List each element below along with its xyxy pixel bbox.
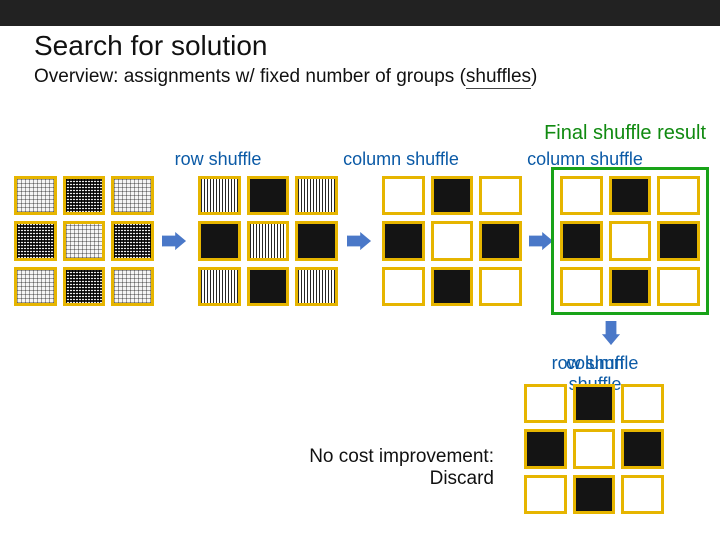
matrix-cell xyxy=(621,384,664,423)
matrix-cell xyxy=(431,176,474,215)
slide-subtitle: Overview: assignments w/ fixed number of… xyxy=(34,66,537,88)
matrix-initial xyxy=(10,172,158,310)
matrix-cell xyxy=(198,176,241,215)
matrix-cell xyxy=(479,176,522,215)
matrix-cell xyxy=(382,221,425,260)
discard-line-1: No cost improvement: xyxy=(309,446,494,467)
matrix-cell xyxy=(14,267,57,306)
matrix-cell xyxy=(479,221,522,260)
label-column-shuffle-1: column shuffle xyxy=(326,149,476,170)
matrix-cell xyxy=(657,176,700,215)
matrix-cell xyxy=(573,429,616,468)
matrix-cell xyxy=(573,475,616,514)
matrix-final-result xyxy=(556,172,704,310)
matrix-cell xyxy=(609,221,652,260)
label-extra-row: row shuffle xyxy=(552,353,639,373)
slide-top-bar xyxy=(0,0,720,26)
label-column-shuffle-2: column shuffle xyxy=(510,149,660,170)
subtitle-tail: ) xyxy=(531,66,537,87)
matrix-cell xyxy=(111,267,154,306)
matrix-cell xyxy=(247,176,290,215)
matrix-cell xyxy=(560,176,603,215)
matrix-cell xyxy=(560,221,603,260)
matrix-cell xyxy=(573,384,616,423)
final-result-label: Final shuffle result xyxy=(544,122,706,145)
matrix-cell xyxy=(431,221,474,260)
matrix-cell xyxy=(63,267,106,306)
slide-title: Search for solution xyxy=(34,30,267,62)
subtitle-lead: Overview: assignments w/ fixed number of… xyxy=(34,66,466,87)
matrix-cell xyxy=(524,475,567,514)
label-extra-shuffle: column shuffle row shuffle xyxy=(490,353,700,374)
matrix-cell xyxy=(247,221,290,260)
matrix-cell xyxy=(14,221,57,260)
matrix-cell xyxy=(247,267,290,306)
arrow-right-icon xyxy=(347,232,371,250)
matrix-cell xyxy=(198,267,241,306)
matrix-cell xyxy=(382,267,425,306)
discard-caption: No cost improvement: Discard xyxy=(264,446,494,490)
matrix-cell xyxy=(295,221,338,260)
matrix-cell xyxy=(295,267,338,306)
matrix-cell xyxy=(657,267,700,306)
matrix-cell xyxy=(111,176,154,215)
matrix-cell xyxy=(609,267,652,306)
matrix-cell xyxy=(382,176,425,215)
arrow-right-icon xyxy=(162,232,186,250)
matrix-cell xyxy=(111,221,154,260)
matrix-after-col-shuffle-1 xyxy=(378,172,526,310)
matrix-cell xyxy=(524,429,567,468)
discard-line-2: Discard xyxy=(430,468,494,489)
matrix-cell xyxy=(63,176,106,215)
matrix-cell xyxy=(479,267,522,306)
matrix-cell xyxy=(198,221,241,260)
matrix-after-row-shuffle xyxy=(194,172,342,310)
matrix-cell xyxy=(609,176,652,215)
matrix-cell xyxy=(524,384,567,423)
matrix-cell xyxy=(621,475,664,514)
matrix-discarded xyxy=(520,380,668,518)
matrix-cell xyxy=(295,176,338,215)
arrow-right-icon xyxy=(529,232,553,250)
label-row-shuffle: row shuffle xyxy=(158,149,278,170)
arrow-down-icon xyxy=(602,321,620,345)
subtitle-keyword: shuffles xyxy=(466,66,531,89)
matrix-cell xyxy=(14,176,57,215)
matrix-cell xyxy=(560,267,603,306)
matrix-cell xyxy=(63,221,106,260)
matrix-cell xyxy=(621,429,664,468)
matrix-cell xyxy=(431,267,474,306)
matrix-cell xyxy=(657,221,700,260)
